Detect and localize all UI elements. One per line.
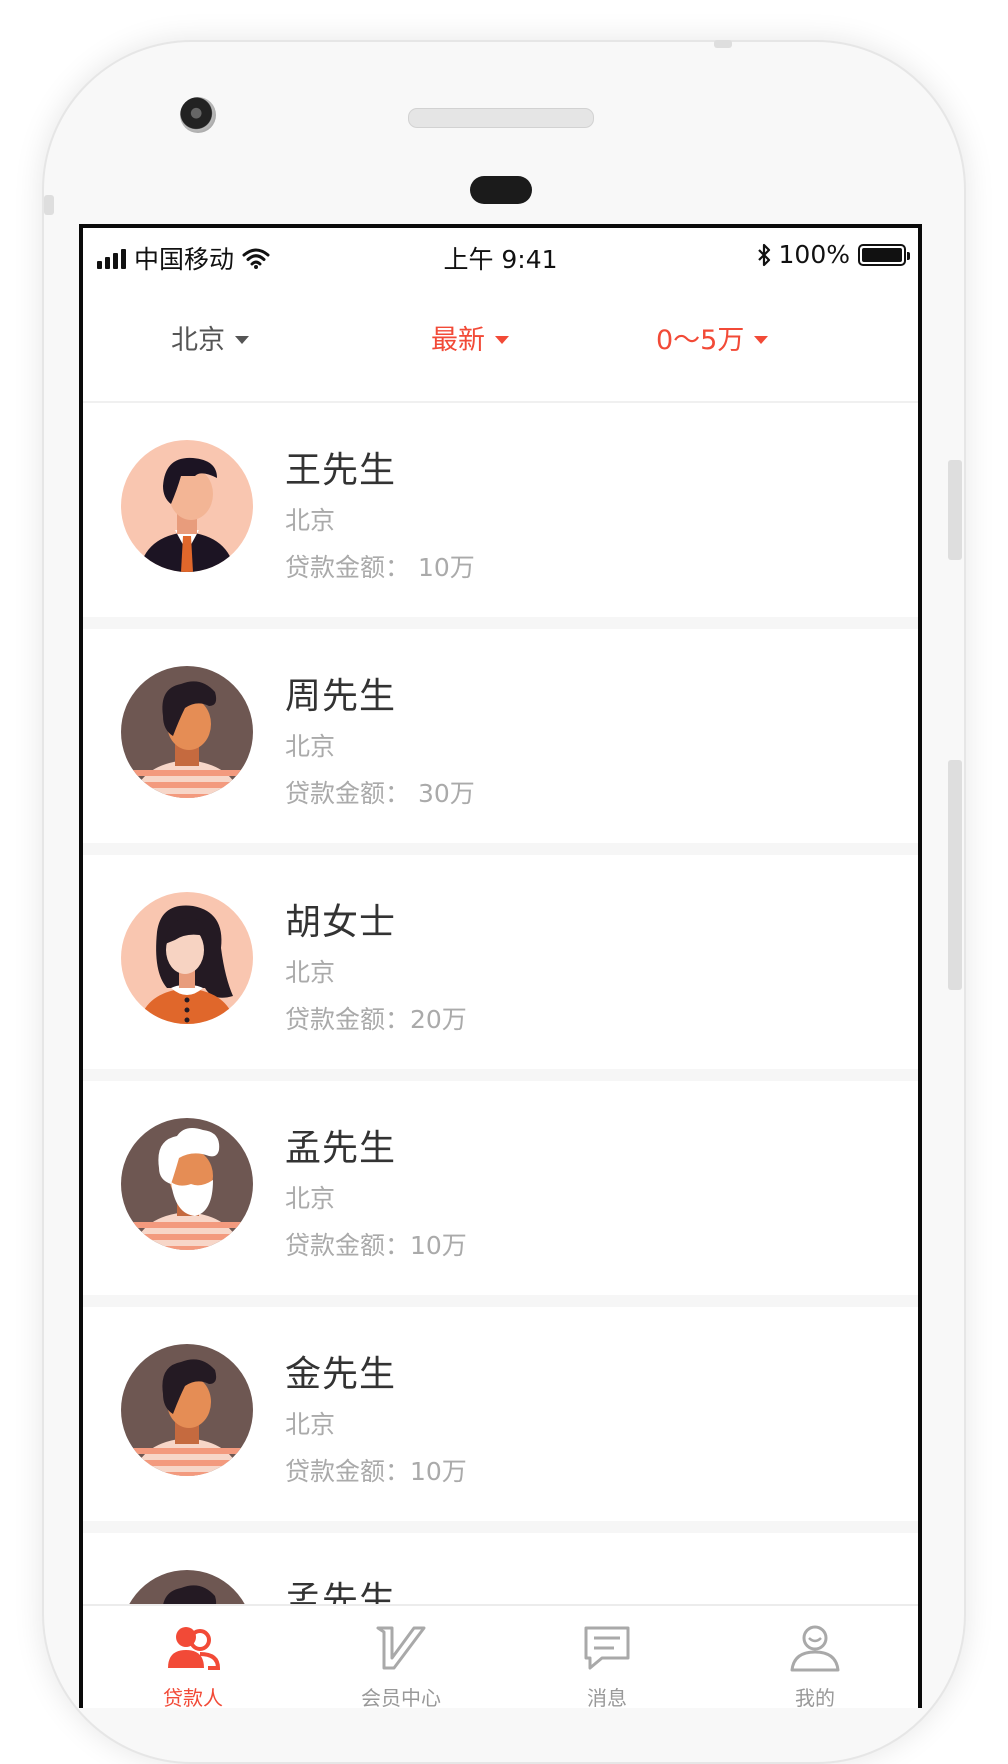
tab-borrowers[interactable]: 贷款人 bbox=[123, 1624, 263, 1708]
volume-up-button bbox=[948, 460, 962, 560]
volume-down-button bbox=[948, 760, 962, 990]
earpiece-speaker bbox=[408, 108, 594, 128]
borrower-name: 金先生 bbox=[285, 1354, 397, 1395]
woman-avatar bbox=[121, 892, 253, 1024]
battery-percent: 100% bbox=[778, 240, 850, 269]
borrower-city: 北京 bbox=[285, 1410, 336, 1439]
app-screen: 中国移动 上午 9:41 100% 北京 最新 0～5万 王先生 北京 贷款金额… bbox=[79, 224, 922, 1708]
borrower-name: 王先生 bbox=[285, 450, 397, 491]
borrower-name: 周先生 bbox=[285, 676, 397, 717]
city-filter[interactable]: 北京 bbox=[171, 318, 249, 357]
city-filter-label: 北京 bbox=[171, 325, 225, 356]
borrower-list: 王先生 北京 贷款金额： 10万 周先生 北京 贷款金额： 30万 胡女士 北京… bbox=[83, 403, 918, 1708]
filter-bar: 北京 最新 0～5万 bbox=[83, 284, 918, 403]
borrower-amount: 贷款金额： 30万 bbox=[285, 779, 475, 808]
sort-filter[interactable]: 最新 bbox=[431, 318, 509, 357]
borrower-city: 北京 bbox=[285, 506, 336, 535]
tab-messages-label: 消息 bbox=[587, 1686, 627, 1708]
borrower-amount: 贷款金额：20万 bbox=[285, 1005, 467, 1034]
borrower-name: 胡女士 bbox=[285, 902, 397, 943]
status-bar: 中国移动 上午 9:41 100% bbox=[83, 228, 918, 284]
amount-filter[interactable]: 0～5万 bbox=[656, 318, 769, 357]
borrower-card[interactable]: 王先生 北京 贷款金额： 10万 bbox=[83, 403, 918, 629]
borrower-card[interactable]: 周先生 北京 贷款金额： 30万 bbox=[83, 629, 918, 855]
tab-profile-label: 我的 bbox=[795, 1686, 835, 1708]
tab-messages[interactable]: 消息 bbox=[537, 1624, 677, 1708]
power-button bbox=[714, 40, 732, 48]
borrower-name: 孟先生 bbox=[285, 1128, 397, 1169]
mute-switch bbox=[44, 195, 54, 215]
sort-filter-label: 最新 bbox=[431, 325, 485, 356]
chevron-down-icon bbox=[754, 335, 769, 344]
profile-icon bbox=[790, 1625, 840, 1672]
chevron-down-icon bbox=[235, 335, 249, 344]
bluetooth-icon bbox=[757, 243, 770, 266]
vip-icon bbox=[376, 1626, 426, 1670]
borrower-city: 北京 bbox=[285, 1184, 336, 1213]
battery-icon bbox=[858, 243, 910, 266]
tab-membership-label: 会员中心 bbox=[361, 1686, 441, 1708]
borrower-card[interactable]: 孟先生 北京 贷款金额：10万 bbox=[83, 1081, 918, 1307]
tab-membership[interactable]: 会员中心 bbox=[331, 1624, 471, 1708]
man-striped-shirt-avatar bbox=[121, 1344, 253, 1476]
tab-borrowers-label: 贷款人 bbox=[163, 1686, 223, 1708]
borrower-card[interactable]: 金先生 北京 贷款金额：10万 bbox=[83, 1307, 918, 1533]
man-suit-avatar bbox=[121, 440, 253, 572]
old-man-beard-avatar bbox=[121, 1118, 253, 1250]
borrower-amount: 贷款金额：10万 bbox=[285, 1457, 467, 1486]
man-striped-shirt-avatar bbox=[121, 666, 253, 798]
tab-profile[interactable]: 我的 bbox=[745, 1624, 885, 1708]
borrower-amount: 贷款金额： 10万 bbox=[285, 553, 475, 582]
borrower-amount: 贷款金额：10万 bbox=[285, 1231, 467, 1260]
borrower-city: 北京 bbox=[285, 732, 336, 761]
chevron-down-icon bbox=[495, 335, 509, 344]
borrower-card[interactable]: 胡女士 北京 贷款金额：20万 bbox=[83, 855, 918, 1081]
front-camera bbox=[180, 97, 216, 133]
message-icon bbox=[584, 1626, 630, 1670]
amount-filter-label: 0～5万 bbox=[656, 325, 745, 356]
bottom-tab-bar: 贷款人 会员中心 消息 我的 bbox=[83, 1604, 918, 1708]
people-icon bbox=[168, 1627, 221, 1670]
proximity-sensor bbox=[470, 176, 532, 204]
borrower-city: 北京 bbox=[285, 958, 336, 987]
